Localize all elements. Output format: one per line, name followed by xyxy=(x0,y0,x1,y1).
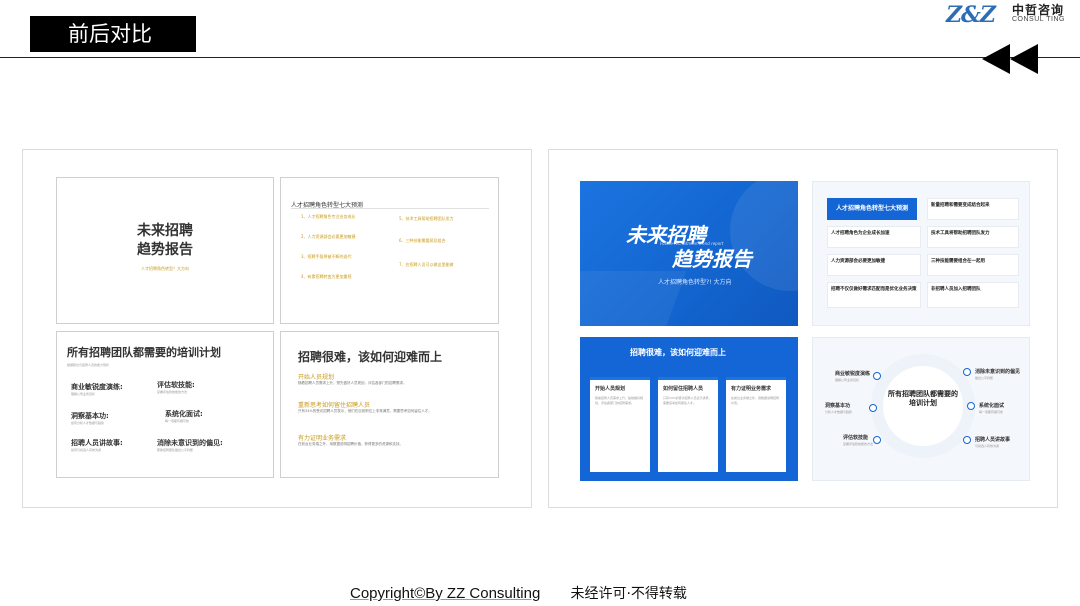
hard-card: 如何留住招聘人员 只有34%的受访招聘人员表示满意，需要思考如何留住人才。 xyxy=(658,377,718,472)
after-cover-title-line2: 趋势报告 xyxy=(672,247,752,271)
role-card: 招聘不仅仅做好需求匹配而是优化业务决策 xyxy=(827,282,921,308)
before-training-title: 所有招聘团队都需要的培训计划 xyxy=(67,346,221,359)
training-desc: 如何与候选人有效沟通 xyxy=(71,448,102,452)
training-node: 评估软技能 xyxy=(843,435,869,441)
hard-section-body: 只有34%的受访招聘人员表示，他们在目前职位上非常满意，需要思考如何留住人才。 xyxy=(298,409,432,413)
back-arrows-icon[interactable] xyxy=(982,42,1042,80)
before-roles-slide[interactable]: 人才招聘角色转型七大预测 1、人才招聘角色专注业务成长 2、人力资源部会必要更加… xyxy=(280,177,499,324)
role-item: 7、应招聘人员可以做这里能做 xyxy=(399,262,454,267)
role-card: 技术工具将帮助招聘团队发力 xyxy=(927,226,1019,248)
after-hard-title: 招聘很难，该如何迎难而上 xyxy=(630,348,726,357)
node-icon xyxy=(873,372,881,380)
divider xyxy=(291,208,489,209)
training-node: 消除未意识到的偏见 xyxy=(975,369,1021,375)
role-card: 新量招聘和需要变成结合起来 xyxy=(927,198,1019,220)
node-icon xyxy=(967,402,975,410)
role-item: 2、人力资源部会必要更加敏捷 xyxy=(301,234,356,239)
after-training-slide[interactable]: 所有招聘团队都需要的培训计划 商业敏锐度演练 理解公司业务目标 洞察基本功 分析… xyxy=(812,337,1030,481)
training-node: 商业敏锐度演练 xyxy=(835,371,871,377)
after-roles-title: 人才招聘角色转型七大预测 xyxy=(827,198,917,220)
training-node: 系统化面试 xyxy=(979,403,1005,409)
company-logo: Z&Z 中哲咨询 CONSUL TING xyxy=(946,2,1076,28)
role-item: 4、有素招聘转变为更加重视 xyxy=(301,274,352,279)
hard-card: 开始人员规划 随着招聘人员需求上升，提前做好规划，评估各部门的招聘需求。 xyxy=(590,377,650,472)
training-node-desc: 做出公平判断 xyxy=(975,376,994,380)
training-node-desc: 掌握评估软技能的方法 xyxy=(843,442,874,446)
training-node: 洞察基本功 xyxy=(825,403,851,409)
training-node-desc: 分析人才数据与趋势 xyxy=(825,410,853,414)
hard-section-body: 在前台业务端之外，用数据说明招聘价值，获得更多的资源和支持。 xyxy=(298,442,403,446)
before-cover-subtitle: 人才招聘角色转型？大方向 xyxy=(141,266,189,271)
footer: Copyright©By ZZ Consulting 未经许可·不得转载 xyxy=(350,583,687,603)
before-training-slide[interactable]: 所有招聘团队都需要的培训计划 根据职位与招聘人员的能力现状 商业敏锐度演练: 理… xyxy=(56,331,274,478)
role-item: 1、人才招聘角色专注业务成长 xyxy=(301,214,356,219)
before-hard-slide[interactable]: 招聘很难，该如何迎难而上 开始人员规划 随着招聘人员需求上升，预先做好人员规划，… xyxy=(280,331,499,478)
node-icon xyxy=(963,436,971,444)
training-desc: 如何分析人才数据与趋势 xyxy=(71,421,105,425)
before-training-subtitle: 根据职位与招聘人员的能力现状 xyxy=(67,363,110,367)
header-divider xyxy=(0,57,1080,58)
training-desc: 每一项都有据可依 xyxy=(165,419,190,423)
training-item: 洞察基本功: xyxy=(71,412,109,420)
before-panel: 未来招聘 趋势报告 人才招聘角色转型？大方向 人才招聘角色转型七大预测 1、人才… xyxy=(22,149,532,508)
training-item: 消除未意识到的偏见: xyxy=(157,439,223,447)
role-card: 非招聘人员加入招聘团队 xyxy=(927,282,1019,308)
after-panel: 未来招聘 Future recruitment trend report 趋势报… xyxy=(548,149,1058,508)
training-desc: 理解公司业务目标 xyxy=(71,392,96,396)
role-item: 5、技术工具帮助招聘团队发力 xyxy=(399,216,454,221)
training-desc: 帮助招聘团队做出公平判断 xyxy=(157,448,194,452)
node-icon xyxy=(963,368,971,376)
logo-mark: Z&Z xyxy=(946,2,996,28)
node-icon xyxy=(869,404,877,412)
hard-section-head: 重新思考如何留住招聘人员 xyxy=(298,402,371,409)
after-roles-slide[interactable]: 人才招聘角色转型七大预测 新量招聘和需要变成结合起来 人才招聘角色为企业成长加速… xyxy=(812,181,1030,326)
copyright-text: Copyright©By ZZ Consulting xyxy=(350,585,541,602)
training-item: 评估软技能: xyxy=(157,381,195,389)
before-hard-title: 招聘很难，该如何迎难而上 xyxy=(298,350,443,364)
training-item: 招聘人员讲故事: xyxy=(71,439,123,447)
decor-shape xyxy=(730,181,798,291)
after-training-center: 所有招聘团队都需要的培训计划 xyxy=(888,390,958,407)
after-cover-slide[interactable]: 未来招聘 Future recruitment trend report 趋势报… xyxy=(580,181,798,326)
hard-section-head: 开始人员规划 xyxy=(298,374,335,381)
hard-section-head: 有力证明业务需求 xyxy=(298,435,347,442)
logo-en: CONSUL TING xyxy=(1012,16,1065,23)
training-desc: 掌握评估软技能的方法 xyxy=(157,390,188,394)
node-icon xyxy=(873,436,881,444)
role-item: 6、三种技能需要顾及组合 xyxy=(399,238,446,243)
training-node-desc: 与候选人有效沟通 xyxy=(975,444,1000,448)
after-hard-slide[interactable]: 招聘很难，该如何迎难而上 开始人员规划 随着招聘人员需求上升，提前做好规划，评估… xyxy=(580,337,798,481)
hard-section-body: 随着招聘人员需求上升，预先做好人员规划，评估各部门的招聘需求。 xyxy=(298,381,407,385)
after-cover-subtitle: 人才招聘角色转型?! 大方向 xyxy=(658,279,732,286)
hard-card: 有力证明业务需求 在前台业务端之外，用数据说明招聘价值。 xyxy=(726,377,786,472)
before-cover-title: 未来招聘 趋势报告 xyxy=(137,223,193,258)
role-card: 人力资源部会必要更加敏捷 xyxy=(827,254,921,276)
training-node: 招聘人员讲故事 xyxy=(975,437,1011,443)
role-card: 三种技能需要组合在一起用 xyxy=(927,254,1019,276)
notice-text: 未经许可·不得转载 xyxy=(570,586,687,602)
before-cover-slide[interactable]: 未来招聘 趋势报告 人才招聘角色转型？大方向 xyxy=(56,177,274,324)
page-title: 前后对比 xyxy=(30,16,196,52)
training-node-desc: 理解公司业务目标 xyxy=(835,378,860,382)
role-card: 人才招聘角色为企业成长加速 xyxy=(827,226,921,248)
training-node-desc: 每一项都有据可依 xyxy=(979,410,1004,414)
training-item: 系统化面试: xyxy=(165,410,203,418)
training-item: 商业敏锐度演练: xyxy=(71,383,123,391)
role-item: 3、招聘手段将被不断的迭代 xyxy=(301,254,352,259)
